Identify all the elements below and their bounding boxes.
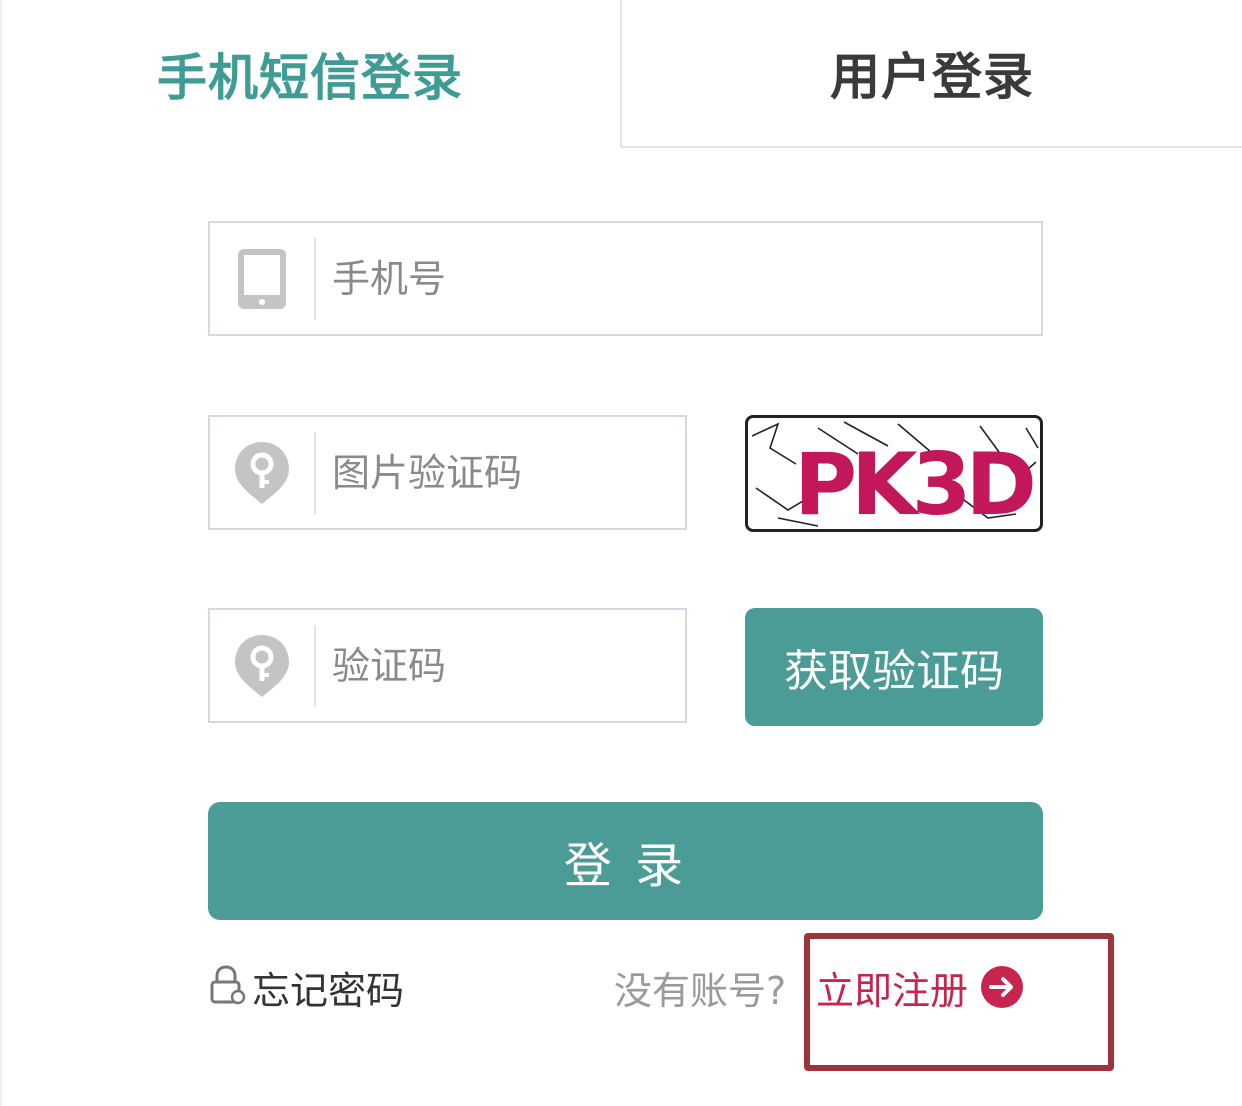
key-pin-icon: [210, 417, 314, 528]
tab-sms-login[interactable]: 手机短信登录: [0, 0, 620, 148]
page-left-border: [0, 0, 2, 1106]
sms-code-field: [208, 608, 805, 723]
arrow-right-circle-icon: [980, 965, 1024, 1009]
forgot-password-label: 忘记密码: [252, 968, 405, 1013]
key-pin-icon: [210, 610, 314, 721]
phone-input[interactable]: [316, 223, 1041, 334]
login-button[interactable]: 登 录: [208, 802, 1043, 920]
tab-user-login[interactable]: 用户登录: [620, 0, 1242, 148]
login-tabs: 手机短信登录 用户登录: [0, 0, 1242, 148]
lock-icon: [208, 965, 246, 1009]
register-link[interactable]: 立即注册: [816, 962, 1024, 1013]
sms-code-input[interactable]: [316, 610, 805, 721]
get-code-button[interactable]: 获取验证码: [745, 608, 1043, 726]
mobile-phone-icon: [210, 223, 314, 334]
no-account-text: 没有账号?: [614, 968, 787, 1013]
captcha-image[interactable]: PK3D: [745, 415, 1043, 532]
captcha-text: PK3D: [794, 435, 1033, 529]
phone-field: [208, 221, 1043, 336]
register-label: 立即注册: [816, 968, 969, 1013]
forgot-password-link[interactable]: 忘记密码: [208, 962, 405, 1013]
image-code-input[interactable]: [316, 417, 805, 528]
image-code-field: [208, 415, 805, 530]
